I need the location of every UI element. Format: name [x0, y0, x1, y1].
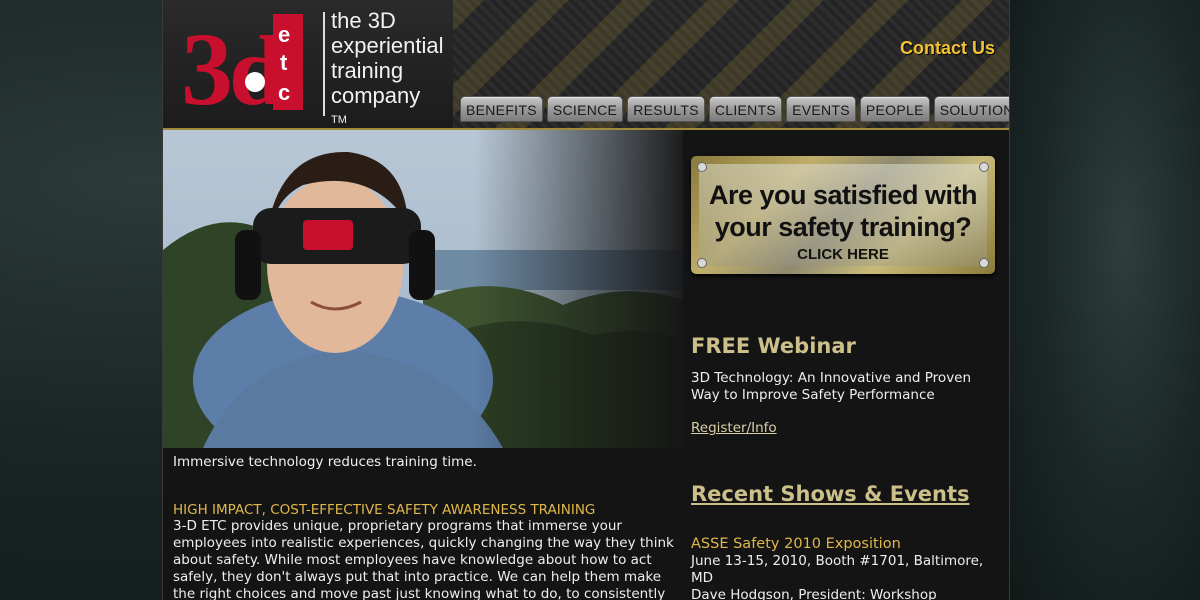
tagline-line: company TM [331, 83, 444, 133]
event-date-location: June 13-15, 2010, Booth #1701, Baltimore… [691, 553, 984, 586]
svg-text:t: t [280, 50, 288, 75]
banner-line-1: Are you satisfied with [708, 180, 978, 210]
events-heading-link[interactable]: Recent Shows & Events [691, 482, 970, 506]
logo-3d-etc-icon: 3 d e t c [181, 12, 303, 127]
nav-events[interactable]: EVENTS [786, 96, 856, 122]
screw-icon [697, 162, 707, 172]
event-details: June 13-15, 2010, Booth #1701, Baltimore… [691, 553, 1003, 600]
tagline-line: the 3D [331, 8, 396, 33]
hero-image [163, 130, 683, 448]
svg-text:c: c [278, 80, 290, 105]
register-info-link[interactable]: Register/Info [691, 420, 777, 436]
event-title: ASSE Safety 2010 Exposition [691, 536, 901, 552]
banner-click-here[interactable]: CLICK HERE [691, 246, 995, 263]
company-tagline: the 3D experiential training company TM [331, 8, 444, 133]
tagline-last-word: company [331, 83, 421, 108]
nav-benefits[interactable]: BENEFITS [460, 96, 543, 122]
intro-body: 3-D ETC provides unique, proprietary pro… [173, 518, 674, 600]
company-logo[interactable]: 3 d e t c [181, 8, 306, 127]
logo-divider [323, 12, 325, 116]
tagline-line: experiential [331, 33, 444, 58]
nav-science[interactable]: SCIENCE [546, 96, 624, 122]
safety-training-banner[interactable]: Are you satisfied with your safety train… [691, 156, 995, 274]
page-container: 3 d e t c the 3D experiential training c… [162, 0, 1010, 600]
webinar-heading: FREE Webinar [691, 334, 856, 358]
intro-headline: HIGH IMPACT, COST-EFFECTIVE SAFETY AWARE… [173, 502, 596, 518]
main-nav: BENEFITS SCIENCE RESULTS CLIENTS EVENTS … [460, 96, 1009, 122]
svg-text:3: 3 [181, 12, 233, 118]
vr-headset-person-photo [163, 130, 683, 448]
tagline-line: training [331, 58, 404, 83]
background-right [1010, 0, 1200, 600]
nav-clients[interactable]: CLIENTS [708, 96, 783, 122]
hero-caption: Immersive technology reduces training ti… [173, 454, 477, 470]
site-header: 3 d e t c the 3D experiential training c… [163, 0, 1009, 130]
event-presenter: Dave Hodgson, President: Workshop Presen… [691, 587, 937, 600]
screw-icon [979, 162, 989, 172]
svg-text:e: e [278, 22, 290, 47]
nav-results[interactable]: RESULTS [627, 96, 705, 122]
nav-solutions[interactable]: SOLUTIONS [933, 96, 1009, 122]
nav-people[interactable]: PEOPLE [859, 96, 930, 122]
webinar-description: 3D Technology: An Innovative and Proven … [691, 370, 972, 403]
contact-us-link[interactable]: Contact Us [900, 38, 995, 59]
banner-line-2: your safety training? [714, 212, 972, 242]
